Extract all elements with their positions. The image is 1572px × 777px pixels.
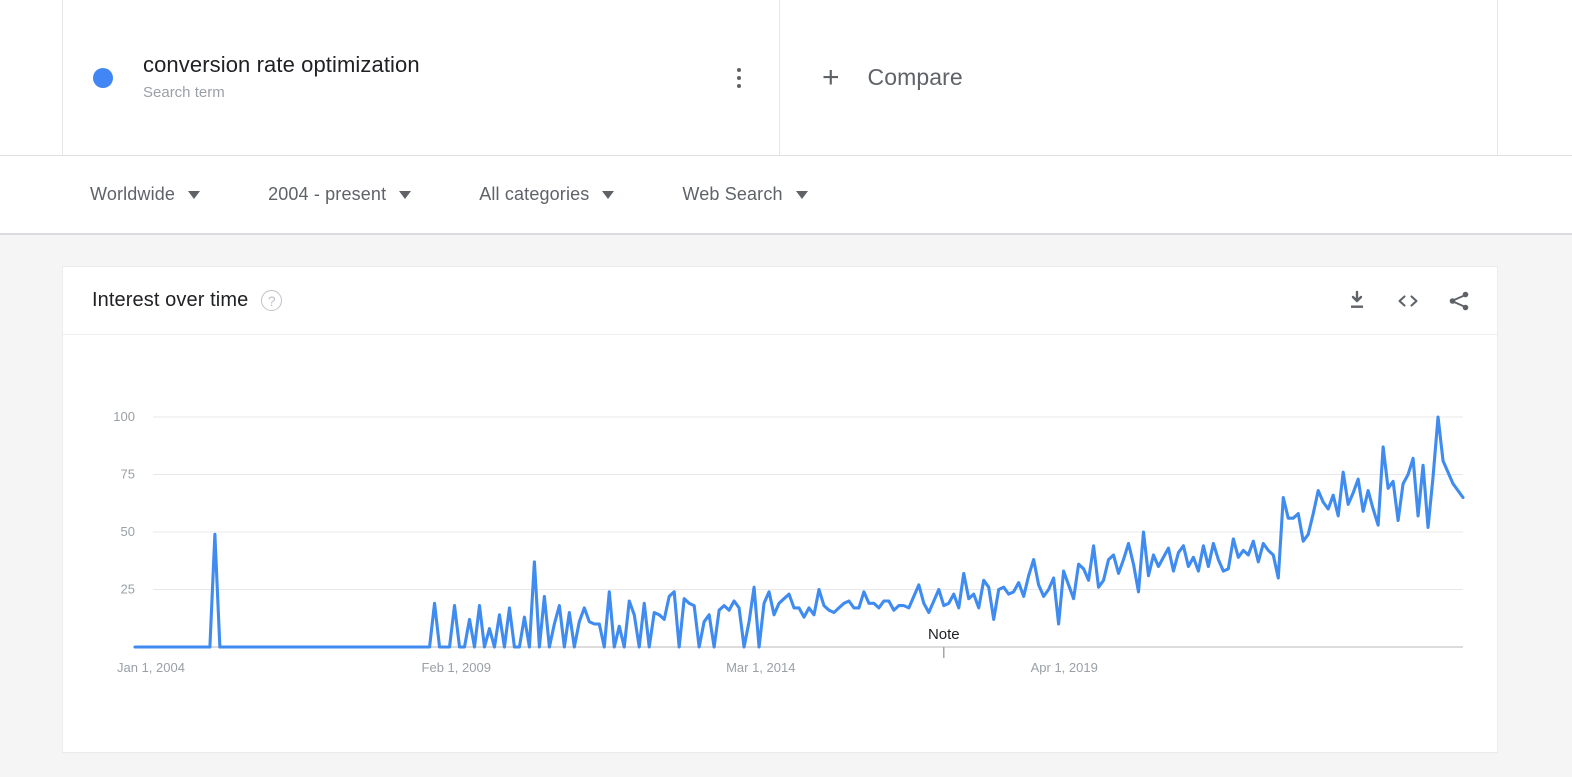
page-title: Interest over time	[92, 289, 249, 311]
more-vert-icon[interactable]	[725, 61, 753, 95]
help-icon[interactable]: ?	[261, 290, 283, 311]
y-axis-tick-label: 75	[121, 467, 135, 482]
filter-location[interactable]: Worldwide	[90, 184, 201, 205]
annotation-label-note[interactable]: Note	[928, 626, 960, 643]
search-term-row: conversion rate optimization Search term…	[0, 0, 1572, 156]
x-axis-tick-label: Apr 1, 2019	[1031, 660, 1098, 675]
x-axis-tick-label: Jan 1, 2004	[117, 660, 185, 675]
y-axis-tick-label: 50	[121, 524, 135, 539]
x-axis-tick-label: Mar 1, 2014	[726, 660, 795, 675]
interest-over-time-chart[interactable]: 100 75 50 25 Jan 1, 2004 Feb 1, 2009 Mar 1, 20…	[63, 335, 1497, 753]
chevron-down-icon	[399, 190, 412, 199]
embed-code-icon[interactable]	[1395, 289, 1421, 313]
card-toolbar	[1345, 289, 1471, 313]
share-icon[interactable]	[1447, 289, 1471, 313]
filter-search-type-label: Web Search	[682, 184, 783, 204]
chart-svg: 100 75 50 25 Jan 1, 2004 Feb 1, 2009 Mar 1, 20…	[113, 409, 1465, 675]
search-term-title: conversion rate optimization	[143, 52, 420, 77]
filter-search-type[interactable]: Web Search	[682, 184, 808, 205]
filter-bar: Worldwide 2004 - present All categories …	[0, 156, 1572, 235]
search-term-texts: conversion rate optimization Search term	[143, 51, 725, 104]
plus-icon: +	[822, 60, 840, 94]
series-color-dot	[93, 67, 113, 88]
chevron-down-icon	[795, 190, 808, 199]
x-axis-tick-label: Feb 1, 2009	[422, 660, 491, 675]
filter-category-label: All categories	[479, 184, 590, 204]
search-term-subtitle: Search term	[143, 84, 225, 101]
compare-button[interactable]: + Compare	[780, 0, 1498, 155]
card-header: Interest over time ?	[63, 267, 1497, 335]
interest-over-time-card: Interest over time ? 100 75 50 25 Jan 1,…	[62, 266, 1498, 753]
filter-location-label: Worldwide	[90, 184, 176, 204]
page-body: Interest over time ? 100 75 50 25 Jan 1,…	[0, 235, 1572, 777]
download-icon[interactable]	[1345, 289, 1369, 313]
filter-time-range-label: 2004 - present	[268, 184, 387, 204]
filter-time-range[interactable]: 2004 - present	[268, 184, 412, 205]
y-axis-tick-label: 25	[121, 582, 135, 597]
y-axis-tick-label: 100	[113, 409, 135, 424]
filter-category[interactable]: All categories	[479, 184, 615, 205]
chevron-down-icon	[188, 190, 201, 199]
search-term-card[interactable]: conversion rate optimization Search term	[62, 0, 780, 155]
chevron-down-icon	[602, 190, 615, 199]
compare-label: Compare	[867, 64, 963, 90]
